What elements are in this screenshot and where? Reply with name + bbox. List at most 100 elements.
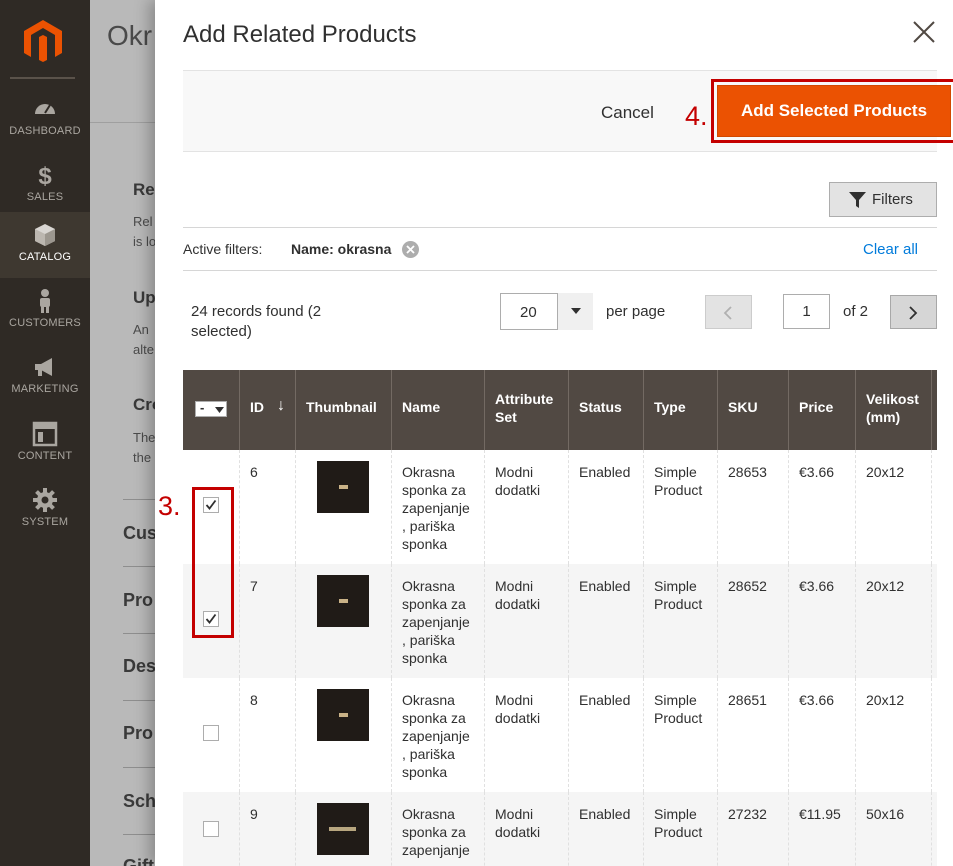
cell-text: Simple Product <box>654 578 703 612</box>
cell-text: €3.66 <box>799 692 835 708</box>
sidebar-item-label: CATALOG <box>18 251 72 263</box>
modal-title: Add Related Products <box>183 21 417 48</box>
cell-name: Okrasna sponka za zapenjanje , pariška s… <box>392 450 485 564</box>
column-header-type[interactable]: Type <box>644 370 718 450</box>
clear-all-link[interactable]: Clear all <box>863 241 918 258</box>
cell-velikost: 50x16 <box>856 792 932 866</box>
cell-sku: 27232 <box>718 792 789 866</box>
active-filter-chip: Name: okrasna <box>291 241 392 257</box>
per-page-value: 20 <box>520 304 537 321</box>
grid-header: - ID ↓ Thumbnail Name Attribute Set Stat… <box>183 370 937 450</box>
sidebar-item-customers[interactable]: CUSTOMERS <box>0 278 90 344</box>
chevron-right-icon <box>909 306 918 320</box>
cell-sku: 28652 <box>718 564 789 678</box>
product-thumbnail[interactable] <box>317 803 369 855</box>
total-pages-label: of 2 <box>843 303 869 320</box>
cell-thumbnail <box>296 564 392 678</box>
filters-button[interactable]: Filters <box>829 182 937 217</box>
sidebar-item-content[interactable]: CONTENT <box>0 411 90 477</box>
cell-text: Okrasna sponka za zapenjanje <box>402 806 470 858</box>
cell-text: €3.66 <box>799 578 835 594</box>
annotation-step-4: 4. <box>685 101 708 131</box>
cell-price: €11.95 <box>789 792 856 866</box>
column-header-sku[interactable]: SKU <box>718 370 789 450</box>
row-checkbox[interactable] <box>203 821 219 837</box>
add-selected-products-button[interactable]: Add Selected Products <box>717 85 951 137</box>
collapsible-section[interactable]: Pro <box>123 590 153 611</box>
cell-text: €3.66 <box>799 464 835 480</box>
mass-select-dropdown[interactable]: - <box>195 400 227 417</box>
cell-sku: 28651 <box>718 678 789 792</box>
column-header-name[interactable]: Name <box>392 370 485 450</box>
row-checkbox[interactable] <box>203 725 219 741</box>
filters-label: Filters <box>872 191 913 208</box>
section-heading: Up <box>133 288 156 307</box>
column-header-velikost[interactable]: Velikost (mm) <box>856 370 932 450</box>
table-row[interactable]: 9 Okrasna sponka za zapenjanje Modni dod… <box>183 792 937 866</box>
sidebar-item-label: SALES <box>26 191 64 203</box>
cancel-button[interactable]: Cancel <box>601 103 654 123</box>
cell-attribute-set: Modni dodatki <box>485 678 569 792</box>
product-thumbnail[interactable] <box>317 689 369 741</box>
sidebar-item-sales[interactable]: $ SALES <box>0 152 90 218</box>
cell-text: Enabled <box>579 806 631 822</box>
cell-text: 28651 <box>728 692 767 708</box>
filter-icon <box>849 192 866 208</box>
cell-text: Simple Product <box>654 464 703 498</box>
product-thumbnail[interactable] <box>317 575 369 627</box>
sidebar-item-system[interactable]: SYSTEM <box>0 477 90 543</box>
collapsible-section[interactable]: Pro <box>123 723 153 744</box>
cell-name: Okrasna sponka za zapenjanje <box>392 792 485 866</box>
gear-icon <box>33 488 57 512</box>
layout-icon <box>32 421 58 447</box>
cell-text: 50x16 <box>866 806 905 822</box>
section-text: is lo <box>133 234 157 249</box>
sidebar-item-dashboard[interactable]: DASHBOARD <box>0 86 90 152</box>
sidebar-item-marketing[interactable]: MARKETING <box>0 344 90 410</box>
column-header-label: Status <box>579 399 622 415</box>
product-thumbnail[interactable] <box>317 461 369 513</box>
close-icon[interactable] <box>912 20 936 44</box>
column-header-attribute-set[interactable]: Attribute Set <box>485 370 569 450</box>
column-header-label: Thumbnail <box>306 399 377 415</box>
column-header-id[interactable]: ID ↓ <box>240 370 296 450</box>
collapsible-section[interactable]: Gift <box>123 856 154 866</box>
magento-logo-icon[interactable] <box>22 18 64 64</box>
previous-page-button[interactable] <box>705 295 752 329</box>
cell-velikost: 20x12 <box>856 450 932 564</box>
table-row[interactable]: 8 Okrasna sponka za zapenjanje , pariška… <box>183 678 937 792</box>
next-page-button[interactable] <box>890 295 937 329</box>
cell-name: Okrasna sponka za zapenjanje , pariška s… <box>392 678 485 792</box>
dollar-icon: $ <box>38 163 52 188</box>
cell-text: Okrasna sponka za zapenjanje , pariška s… <box>402 692 470 780</box>
cell-type: Simple Product <box>644 678 718 792</box>
cell-text: 28653 <box>728 464 767 480</box>
per-page-select[interactable]: 20 <box>500 293 593 330</box>
cell-text: 27232 <box>728 806 767 822</box>
sidebar-item-catalog[interactable]: CATALOG <box>0 212 90 278</box>
chevron-down-icon[interactable] <box>557 293 593 330</box>
remove-filter-icon[interactable] <box>402 241 419 258</box>
column-header-label: Velikost (mm) <box>866 391 919 425</box>
per-page-label: per page <box>606 303 666 320</box>
collapsible-section[interactable]: Cus <box>123 523 157 544</box>
column-header-label: Name <box>402 399 441 415</box>
table-row[interactable]: 7 Okrasna sponka za zapenjanje , pariška… <box>183 564 937 678</box>
table-row[interactable]: 6 Okrasna sponka za zapenjanje , pariška… <box>183 450 937 564</box>
cell-id: 8 <box>240 678 296 792</box>
page-number-input[interactable] <box>783 294 830 329</box>
column-header-price[interactable]: Price <box>789 370 856 450</box>
cell-text: Okrasna sponka za zapenjanje , pariška s… <box>402 464 470 552</box>
cell-type: Simple Product <box>644 450 718 564</box>
sidebar-item-label: DASHBOARD <box>9 125 81 137</box>
section-heading: Re <box>133 180 155 199</box>
column-header-status[interactable]: Status <box>569 370 644 450</box>
cell-price: €3.66 <box>789 564 856 678</box>
column-header-label: ID <box>250 399 264 415</box>
collapsible-section[interactable]: Des <box>123 656 156 677</box>
collapsible-section[interactable]: Sch <box>123 791 156 812</box>
chevron-left-icon <box>723 306 732 320</box>
add-related-products-modal: Add Related Products Cancel 4. Add Selec… <box>155 0 953 866</box>
cell-thumbnail <box>296 450 392 564</box>
person-icon <box>40 289 50 313</box>
